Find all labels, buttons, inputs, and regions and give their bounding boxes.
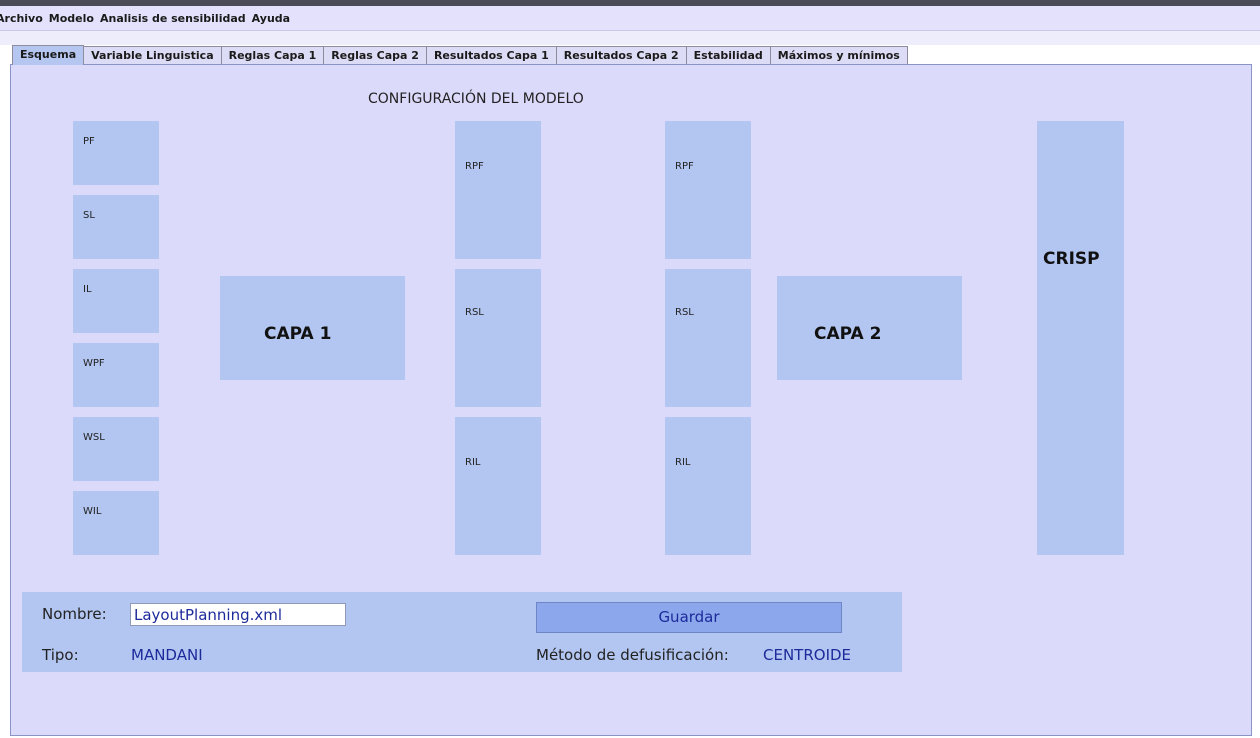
tab-esquema[interactable]: Esquema bbox=[12, 45, 85, 65]
rules1-box-rpf: RPF bbox=[455, 121, 541, 259]
layer1-label: CAPA 1 bbox=[264, 324, 332, 344]
tab-strip: Esquema Variable Linguistica Reglas Capa… bbox=[12, 45, 908, 65]
tab-reglas-capa-2[interactable]: Reglas Capa 2 bbox=[323, 46, 427, 64]
tab-reglas-capa-1[interactable]: Reglas Capa 1 bbox=[220, 46, 325, 64]
rules1-box-ril: RIL bbox=[455, 417, 541, 555]
metodo-label: Método de defusificación: bbox=[536, 646, 729, 664]
rules2-label-ril: RIL bbox=[675, 457, 691, 468]
rules2-label-rsl: RSL bbox=[675, 307, 694, 318]
crisp-label: CRISP bbox=[1043, 249, 1100, 269]
input-box-sl: SL bbox=[73, 195, 159, 259]
layer2-box: CAPA 2 bbox=[777, 276, 962, 380]
guardar-button[interactable]: Guardar bbox=[536, 602, 842, 633]
tab-resultados-capa-1[interactable]: Resultados Capa 1 bbox=[425, 46, 557, 64]
input-label-wil: WIL bbox=[83, 506, 102, 517]
toolbar-area bbox=[0, 31, 1260, 45]
tipo-value: MANDANI bbox=[131, 646, 203, 664]
metodo-value: CENTROIDE bbox=[763, 646, 852, 664]
rules2-label-rpf: RPF bbox=[675, 161, 694, 172]
rules1-label-rpf: RPF bbox=[465, 161, 484, 172]
nombre-label: Nombre: bbox=[42, 605, 107, 623]
tipo-label: Tipo: bbox=[42, 646, 79, 664]
rules1-label-rsl: RSL bbox=[465, 307, 484, 318]
tab-estabilidad[interactable]: Estabilidad bbox=[685, 46, 771, 64]
layer2-label: CAPA 2 bbox=[814, 324, 882, 344]
tab-variable-linguistica[interactable]: Variable Linguistica bbox=[83, 46, 222, 64]
input-label-wpf: WPF bbox=[83, 358, 105, 369]
rules1-label-ril: RIL bbox=[465, 457, 481, 468]
menu-ayuda[interactable]: Ayuda bbox=[249, 12, 293, 25]
input-box-wil: WIL bbox=[73, 491, 159, 555]
menu-archivo[interactable]: Archivo bbox=[0, 12, 46, 25]
input-label-sl: SL bbox=[83, 210, 95, 221]
diagram-title: CONFIGURACIÓN DEL MODELO bbox=[368, 91, 584, 107]
nombre-input[interactable] bbox=[130, 603, 346, 626]
menu-bar: Archivo Modelo Analisis de sensibilidad … bbox=[0, 6, 1260, 30]
input-label-pf: PF bbox=[83, 136, 95, 147]
menu-analisis-sensibilidad[interactable]: Analisis de sensibilidad bbox=[97, 12, 249, 25]
layer1-box: CAPA 1 bbox=[220, 276, 405, 380]
crisp-box: CRISP bbox=[1037, 121, 1124, 555]
input-box-pf: PF bbox=[73, 121, 159, 185]
input-box-wpf: WPF bbox=[73, 343, 159, 407]
menu-modelo[interactable]: Modelo bbox=[46, 12, 97, 25]
input-box-wsl: WSL bbox=[73, 417, 159, 481]
tab-resultados-capa-2[interactable]: Resultados Capa 2 bbox=[555, 46, 687, 64]
rules2-box-rsl: RSL bbox=[665, 269, 751, 407]
rules1-box-rsl: RSL bbox=[455, 269, 541, 407]
rules2-box-rpf: RPF bbox=[665, 121, 751, 259]
rules2-box-ril: RIL bbox=[665, 417, 751, 555]
tab-maximos-minimos[interactable]: Máximos y mínimos bbox=[769, 46, 908, 64]
input-label-il: IL bbox=[83, 284, 92, 295]
input-box-il: IL bbox=[73, 269, 159, 333]
input-label-wsl: WSL bbox=[83, 432, 105, 443]
